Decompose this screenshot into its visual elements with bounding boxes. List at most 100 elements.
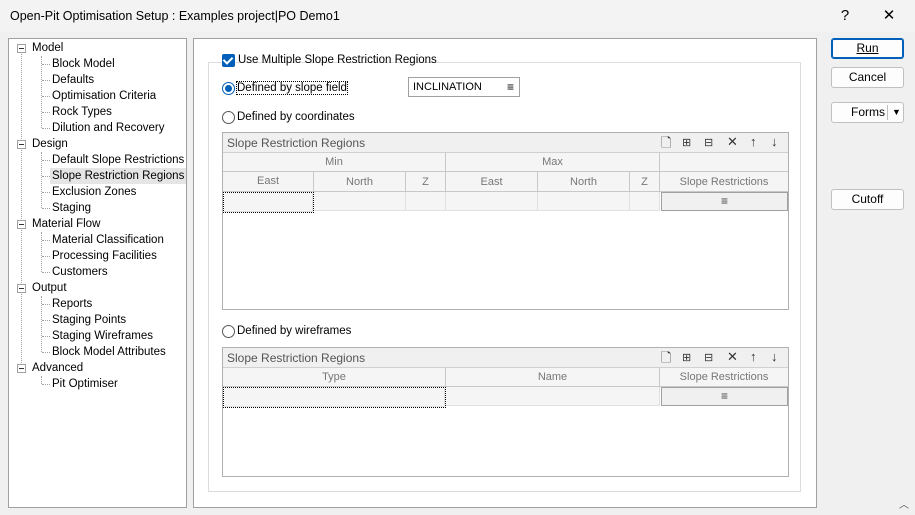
column-header-name[interactable]: Name — [446, 368, 660, 387]
slope-restrictions-list-button[interactable]: ≡ — [661, 387, 788, 406]
tree-item-customers[interactable]: Customers — [50, 264, 110, 280]
tree-material-line — [41, 232, 42, 272]
tree-group-output[interactable]: Output — [30, 280, 69, 296]
chevron-up-icon[interactable]: ︿ — [899, 496, 909, 511]
cell-min-east[interactable] — [223, 192, 314, 213]
chevron-down-icon[interactable]: ▼ — [892, 103, 901, 122]
tree-item-slope-restriction-regions[interactable]: Slope Restriction Regions — [50, 168, 186, 184]
slope-field-label[interactable]: Defined by slope field — [236, 81, 348, 95]
slope-field-radio[interactable] — [222, 82, 235, 95]
column-header-max-east[interactable]: East — [446, 172, 538, 192]
move-down-icon[interactable]: ↓ — [771, 134, 778, 149]
run-button[interactable]: Run — [831, 38, 904, 59]
move-down-icon[interactable]: ↓ — [771, 349, 778, 364]
tree-item-dilution-recovery[interactable]: Dilution and Recovery — [50, 120, 167, 136]
cell-max-east[interactable] — [446, 192, 538, 211]
tree-item-staging[interactable]: Staging — [50, 200, 93, 216]
header-max: Max — [446, 153, 660, 172]
tree-branch — [42, 112, 50, 113]
tree-item-exclusion-zones[interactable]: Exclusion Zones — [50, 184, 138, 200]
tree-item-block-model[interactable]: Block Model — [50, 56, 117, 72]
column-header-min-z[interactable]: Z — [406, 172, 446, 192]
slope-field-value: INCLINATION — [413, 81, 482, 93]
tree-branch — [42, 320, 50, 321]
cell-max-z[interactable] — [630, 192, 660, 211]
tree-branch — [42, 304, 50, 305]
tree-item-material-classification[interactable]: Material Classification — [50, 232, 166, 248]
form-panel: Use Multiple Slope Restriction Regions D… — [193, 38, 817, 508]
tree-branch — [42, 80, 50, 81]
tree-item-defaults[interactable]: Defaults — [50, 72, 96, 88]
column-header-slope-restrictions[interactable]: Slope Restrictions — [660, 172, 788, 192]
cell-min-north[interactable] — [314, 192, 406, 211]
delete-icon[interactable]: ✕ — [727, 349, 738, 365]
tree-item-staging-points[interactable]: Staging Points — [50, 312, 128, 328]
tree-branch — [42, 160, 50, 161]
close-button[interactable]: ✕ — [866, 0, 912, 32]
cancel-button[interactable]: Cancel — [831, 67, 904, 88]
tree-item-optimisation-criteria[interactable]: Optimisation Criteria — [50, 88, 158, 104]
cutoff-button[interactable]: Cutoff — [831, 189, 904, 210]
cutoff-button-label: Cutoff — [851, 192, 884, 206]
list-icon[interactable]: ≡ — [507, 78, 514, 96]
tree-branch — [42, 352, 50, 353]
tree-branch — [42, 384, 50, 385]
tree-collapse-icon[interactable] — [17, 140, 26, 149]
grid-toolbar: Slope Restriction Regions 🗋 ⊞ ⊟ ✕ ↑ ↓ — [223, 133, 788, 153]
column-header-min-north[interactable]: North — [314, 172, 406, 192]
forms-divider — [887, 105, 888, 120]
tree-item-pit-optimiser[interactable]: Pit Optimiser — [50, 376, 120, 392]
cell-max-north[interactable] — [538, 192, 630, 211]
column-header-max-north[interactable]: North — [538, 172, 630, 192]
tree-advanced-line — [41, 376, 42, 384]
tree-item-reports[interactable]: Reports — [50, 296, 94, 312]
column-header-type[interactable]: Type — [223, 368, 446, 387]
wireframes-radio[interactable] — [222, 325, 235, 338]
grid-title: Slope Restriction Regions — [227, 136, 366, 150]
tree-item-processing-facilities[interactable]: Processing Facilities — [50, 248, 159, 264]
tree-collapse-icon[interactable] — [17, 220, 26, 229]
tree-collapse-icon[interactable] — [17, 44, 26, 53]
column-header-min-east[interactable]: East — [223, 172, 314, 192]
tree-branch — [42, 272, 50, 273]
title-bar: Open-Pit Optimisation Setup : Examples p… — [0, 0, 915, 32]
use-multiple-regions-label[interactable]: Use Multiple Slope Restriction Regions — [238, 54, 437, 66]
insert-row-icon[interactable]: ⊞ — [682, 351, 691, 364]
coordinates-radio[interactable] — [222, 111, 235, 124]
tree-group-advanced[interactable]: Advanced — [30, 360, 85, 376]
column-header-max-z[interactable]: Z — [630, 172, 660, 192]
tree-group-model[interactable]: Model — [30, 40, 65, 56]
tree-model-line — [41, 56, 42, 128]
insert-row-icon[interactable]: ⊞ — [682, 136, 691, 149]
slope-field-input[interactable]: INCLINATION ≡ — [408, 77, 520, 97]
tree-collapse-icon[interactable] — [17, 284, 26, 293]
cell-type[interactable] — [223, 387, 446, 408]
slope-restrictions-list-button[interactable]: ≡ — [661, 192, 788, 211]
help-button[interactable]: ? — [822, 0, 868, 32]
coordinates-label[interactable]: Defined by coordinates — [237, 111, 355, 123]
wireframes-grid: Slope Restriction Regions 🗋 ⊞ ⊟ ✕ ↑ ↓ Ty… — [222, 347, 789, 477]
wireframes-label[interactable]: Defined by wireframes — [237, 325, 351, 337]
delete-icon[interactable]: ✕ — [727, 134, 738, 150]
move-up-icon[interactable]: ↑ — [750, 134, 757, 149]
tree-item-rock-types[interactable]: Rock Types — [50, 104, 114, 120]
use-multiple-regions-checkbox[interactable] — [222, 54, 235, 67]
tree-item-default-slope-restrictions[interactable]: Default Slope Restrictions — [50, 152, 186, 168]
cell-min-z[interactable] — [406, 192, 446, 211]
cell-name[interactable] — [446, 387, 660, 406]
tree-group-design[interactable]: Design — [30, 136, 70, 152]
tree-branch — [42, 336, 50, 337]
window-title: Open-Pit Optimisation Setup : Examples p… — [10, 9, 340, 23]
tree-item-block-model-attributes[interactable]: Block Model Attributes — [50, 344, 168, 360]
move-up-icon[interactable]: ↑ — [750, 349, 757, 364]
insert-after-icon[interactable]: ⊟ — [704, 136, 713, 149]
column-header-slope-restrictions[interactable]: Slope Restrictions — [660, 368, 788, 387]
forms-button[interactable]: Forms ▼ — [831, 102, 904, 123]
navigation-tree: Model Block Model Defaults Optimisation … — [8, 38, 187, 508]
tree-group-material-flow[interactable]: Material Flow — [30, 216, 102, 232]
header-blank — [660, 153, 788, 172]
tree-branch — [42, 208, 50, 209]
tree-collapse-icon[interactable] — [17, 364, 26, 373]
tree-item-staging-wireframes[interactable]: Staging Wireframes — [50, 328, 155, 344]
insert-after-icon[interactable]: ⊟ — [704, 351, 713, 364]
